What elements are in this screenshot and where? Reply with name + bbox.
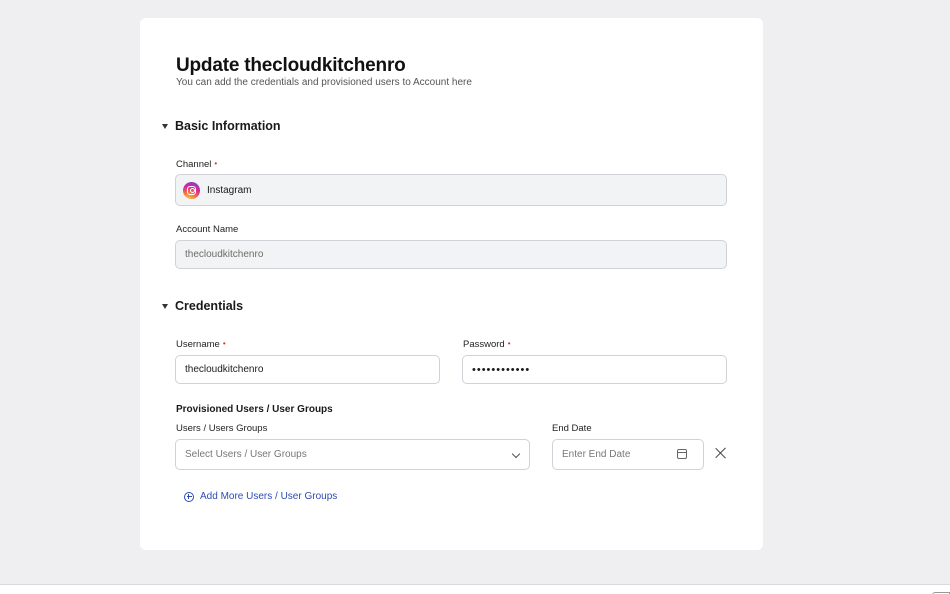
end-date-label: End Date [552, 423, 592, 434]
channel-value: Instagram [207, 184, 252, 196]
add-more-users-button[interactable]: Add More Users / User Groups [184, 491, 337, 502]
users-groups-placeholder: Select Users / User Groups [185, 449, 307, 460]
password-label-text: Password [463, 339, 505, 350]
plus-circle-icon [184, 491, 194, 502]
caret-down-icon [162, 123, 168, 129]
section-toggle-basic-information[interactable]: Basic Information [162, 119, 281, 133]
account-name-value: thecloudkitchenro [185, 249, 264, 260]
provisioned-users-heading: Provisioned Users / User Groups [176, 404, 333, 415]
channel-label: Channel • [176, 159, 217, 170]
end-date-placeholder: Enter End Date [562, 449, 631, 460]
account-name-field[interactable]: thecloudkitchenro [175, 240, 727, 269]
remove-row-close-icon[interactable] [714, 446, 728, 460]
chevron-down-icon [511, 449, 521, 459]
username-label-text: Username [176, 339, 220, 350]
page-title: Update thecloudkitchenro [176, 55, 406, 76]
section-toggle-credentials[interactable]: Credentials [162, 299, 243, 313]
end-date-input[interactable]: Enter End Date [552, 439, 704, 470]
password-input[interactable]: •••••••••••• [462, 355, 727, 384]
update-account-card: Update thecloudkitchenro You can add the… [140, 18, 763, 550]
page-subtitle: You can add the credentials and provisio… [176, 77, 472, 88]
username-label: Username • [176, 339, 226, 350]
password-label: Password • [463, 339, 511, 350]
channel-select[interactable]: Instagram [175, 174, 727, 206]
add-more-users-label: Add More Users / User Groups [200, 491, 338, 502]
footer-bar [0, 584, 950, 594]
account-name-label: Account Name [176, 224, 239, 235]
section-title-basic-information: Basic Information [175, 119, 281, 133]
section-title-credentials: Credentials [175, 299, 244, 313]
calendar-icon[interactable] [677, 449, 687, 459]
channel-label-text: Channel [176, 159, 212, 170]
users-groups-select[interactable]: Select Users / User Groups [175, 439, 530, 470]
required-marker: • [214, 159, 218, 168]
caret-down-icon [162, 303, 168, 309]
required-marker: • [507, 339, 511, 348]
required-marker: • [222, 339, 226, 348]
instagram-icon [183, 181, 200, 199]
users-groups-label: Users / Users Groups [176, 423, 268, 434]
username-input[interactable]: thecloudkitchenro [175, 355, 440, 384]
username-value: thecloudkitchenro [185, 364, 264, 375]
password-value: •••••••••••• [472, 363, 531, 376]
